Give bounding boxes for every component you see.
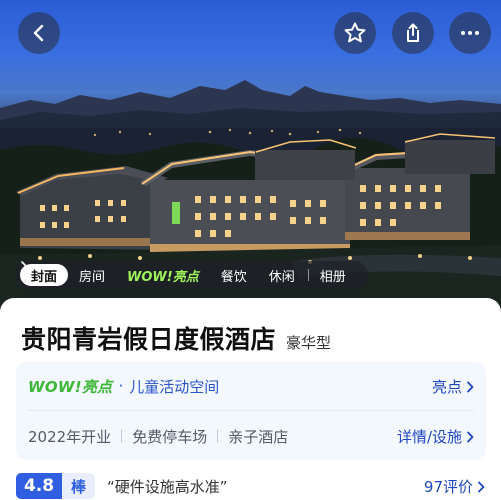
photo-tab-wow-highlights[interactable]: WOW!亮点 <box>116 264 210 286</box>
photo-category-tabs: 封面 房间 WOW!亮点 餐饮 休闲 相册 <box>16 261 368 289</box>
details-facilities-label: 详情/设施 <box>396 428 462 446</box>
rating-score: 4.8 <box>16 473 62 499</box>
hotel-name: 贵阳青岩假日度假酒店 <box>21 325 277 354</box>
photo-tab-album-label: 相册 <box>319 269 346 285</box>
photo-tab-rooms[interactable]: 房间 <box>68 264 116 286</box>
feature-opened-year: 2022年开业 <box>28 427 112 446</box>
highlights-link-label: 亮点 <box>431 378 462 396</box>
feature-family-hotel: 亲子酒店 <box>228 427 289 446</box>
highlights-panel: WOW!亮点 · 儿童活动空间 亮点 2022年开业 免费停车场 亲子酒店 详情… <box>16 362 486 460</box>
photo-tab-album[interactable]: 相册 <box>21 261 350 286</box>
chevron-right-icon <box>467 381 474 392</box>
hotel-cover-photo[interactable]: 封面 房间 WOW!亮点 餐饮 休闲 相册 <box>0 0 501 312</box>
review-quote: “硬件设施高水准” <box>107 477 228 496</box>
hotel-info-card: 贵阳青岩假日度假酒店 豪华型 WOW!亮点 · 儿童活动空间 亮点 2022年开… <box>0 298 501 500</box>
photo-tab-dining[interactable]: 餐饮 <box>210 264 258 286</box>
share-button[interactable] <box>392 12 434 54</box>
highlights-link[interactable]: 亮点 <box>432 376 474 397</box>
share-icon <box>407 23 419 42</box>
feature-divider <box>217 429 219 443</box>
rating-label: 棒 <box>62 473 96 499</box>
hotel-features-row[interactable]: 2022年开业 免费停车场 亲子酒店 详情/设施 <box>28 424 474 448</box>
photo-tab-leisure[interactable]: 休闲 <box>258 264 306 286</box>
back-button[interactable] <box>18 12 60 54</box>
review-count-link[interactable]: 97评价 <box>424 476 485 497</box>
hotel-title-row: 贵阳青岩假日度假酒店 豪华型 <box>21 320 331 356</box>
star-outline-icon <box>344 22 366 43</box>
highlight-separator: · <box>118 377 124 395</box>
chevron-right-icon <box>21 261 27 271</box>
chevron-right-icon <box>467 431 474 442</box>
review-count: 97评价 <box>423 478 473 496</box>
chevron-left-icon <box>33 24 44 42</box>
highlight-text: 儿童活动空间 <box>129 377 220 396</box>
chevron-right-icon <box>478 481 485 492</box>
wow-highlight-logo: WOW!亮点 <box>28 377 113 396</box>
feature-divider <box>121 429 123 443</box>
divider <box>28 410 474 411</box>
hotel-type: 豪华型 <box>286 334 332 352</box>
wow-highlight-row[interactable]: WOW!亮点 · 儿童活动空间 亮点 <box>28 374 474 398</box>
details-facilities-link[interactable]: 详情/设施 <box>397 426 474 447</box>
ellipsis-icon <box>461 31 479 35</box>
more-button[interactable] <box>449 12 491 54</box>
rating-row[interactable]: 4.8 棒 “硬件设施高水准” 97评价 <box>16 473 485 499</box>
favorite-button[interactable] <box>334 12 376 54</box>
feature-free-parking: 免费停车场 <box>132 427 208 446</box>
